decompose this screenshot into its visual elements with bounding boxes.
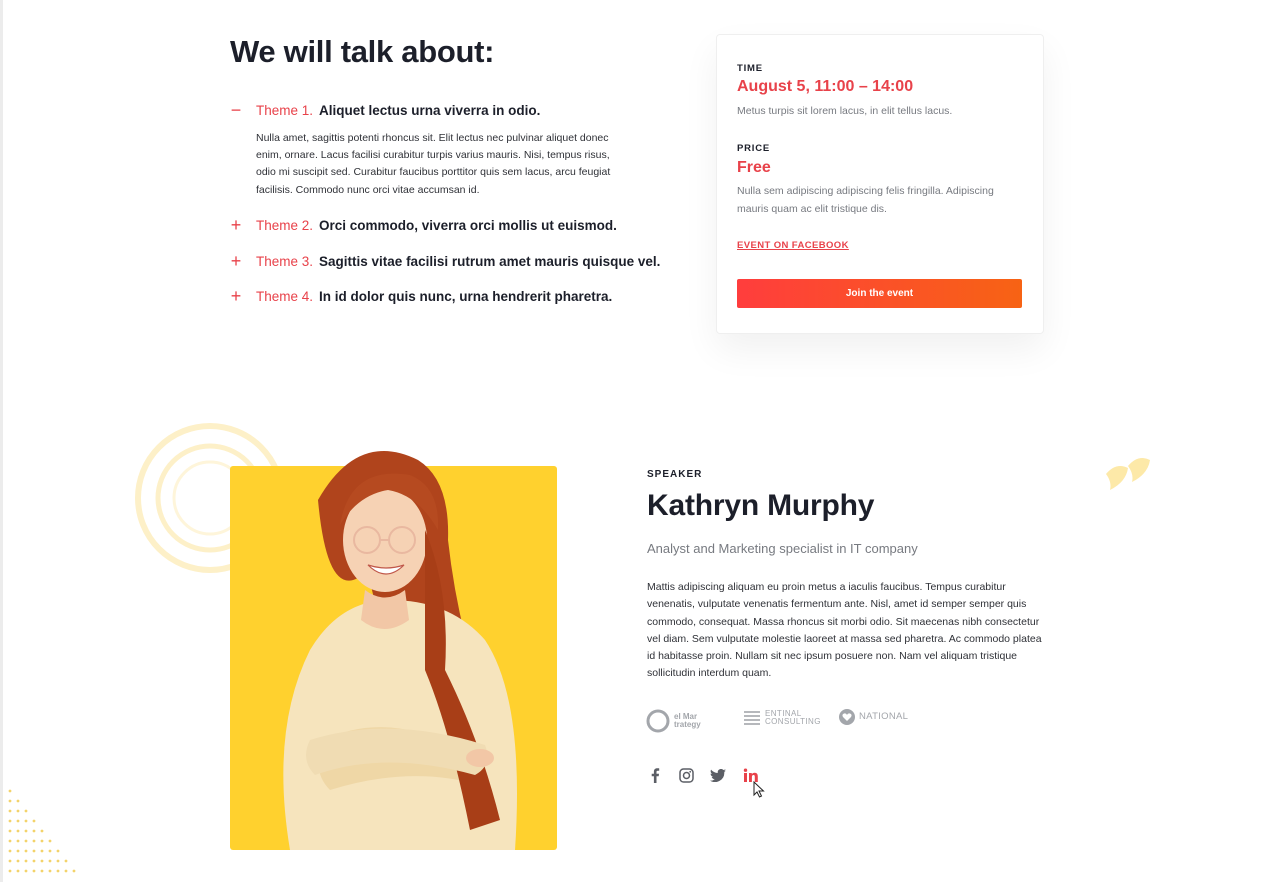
theme-number: Theme 2. — [256, 217, 314, 233]
theme-item-4[interactable]: + Theme 4. In id dolor quis nunc, urna h… — [224, 286, 613, 306]
speaker-eyebrow: SPEAKER — [647, 469, 703, 480]
partner-name: ENTINAL CONSULTING — [765, 709, 821, 727]
theme-description: Nulla amet, sagittis potenti rhoncus sit… — [256, 132, 611, 196]
theme-item-2[interactable]: + Theme 2. Orci commodo, viverra orci mo… — [224, 215, 617, 235]
quote-marks-decoration — [1106, 458, 1150, 490]
join-event-button[interactable]: Join the event — [737, 279, 1022, 308]
instagram-icon[interactable] — [677, 766, 695, 784]
partner-logo-national[interactable]: NATIONAL — [838, 708, 908, 726]
price-label: PRICE — [737, 143, 771, 154]
speaker-name: Kathryn Murphy — [647, 489, 875, 522]
theme-title[interactable]: Orci commodo, viverra orci mollis ut eui… — [319, 218, 617, 233]
theme-number: Theme 1. — [256, 102, 314, 118]
expand-plus-icon[interactable]: + — [224, 286, 248, 306]
theme-title[interactable]: Sagittis vitae facilisi rutrum amet maur… — [319, 254, 660, 269]
time-note: Metus turpis sit lorem lacus, in elit te… — [737, 105, 953, 117]
speaker-bio: Mattis adipiscing aliquam eu proin metus… — [647, 581, 1042, 680]
speaker-photo — [283, 451, 517, 850]
swirl-logo-icon — [646, 709, 670, 733]
expand-plus-icon[interactable]: + — [224, 251, 248, 271]
theme-title[interactable]: In id dolor quis nunc, urna hendrerit ph… — [319, 289, 612, 304]
partner-name: el Mar trategy — [674, 712, 701, 730]
theme-item-3[interactable]: + Theme 3. Sagittis vitae facilisi rutru… — [224, 251, 661, 271]
theme-title[interactable]: Aliquet lectus urna viverra in odio. — [319, 103, 540, 118]
partner-logo-sentinal[interactable]: ENTINAL CONSULTING — [742, 708, 821, 728]
theme-number: Theme 3. — [256, 253, 314, 269]
facebook-icon[interactable] — [646, 766, 664, 784]
stacked-lines-logo-icon — [744, 711, 760, 725]
expand-plus-icon[interactable]: + — [224, 215, 248, 235]
partner-logo-del-mar[interactable]: el Mar trategy — [645, 708, 701, 734]
agenda-title: We will talk about: — [230, 34, 495, 69]
twitter-icon[interactable] — [709, 766, 727, 784]
collapse-minus-icon[interactable]: − — [224, 100, 248, 120]
page-left-border — [0, 0, 3, 882]
partner-name-line2: CONSULTING — [765, 717, 821, 726]
mouse-pointer-icon — [753, 781, 765, 798]
theme-item-1[interactable]: − Theme 1. Aliquet lectus urna viverra i… — [224, 100, 541, 120]
time-label: TIME — [737, 63, 763, 74]
heart-badge-logo-icon — [839, 709, 855, 725]
partner-name-line2: trategy — [674, 720, 701, 729]
price-note: Nulla sem adipiscing adipiscing felis fr… — [737, 185, 994, 215]
event-on-facebook-link[interactable]: EVENT ON FACEBOOK — [737, 240, 849, 251]
event-info-card: TIME August 5, 11:00 – 14:00 Metus turpi… — [716, 34, 1044, 334]
speaker-role: Analyst and Marketing specialist in IT c… — [647, 541, 918, 556]
theme-number: Theme 4. — [256, 288, 314, 304]
time-value: August 5, 11:00 – 14:00 — [737, 78, 914, 95]
partner-name: NATIONAL — [859, 710, 909, 722]
price-value: Free — [737, 159, 771, 176]
dot-pattern-decoration — [8, 789, 76, 873]
